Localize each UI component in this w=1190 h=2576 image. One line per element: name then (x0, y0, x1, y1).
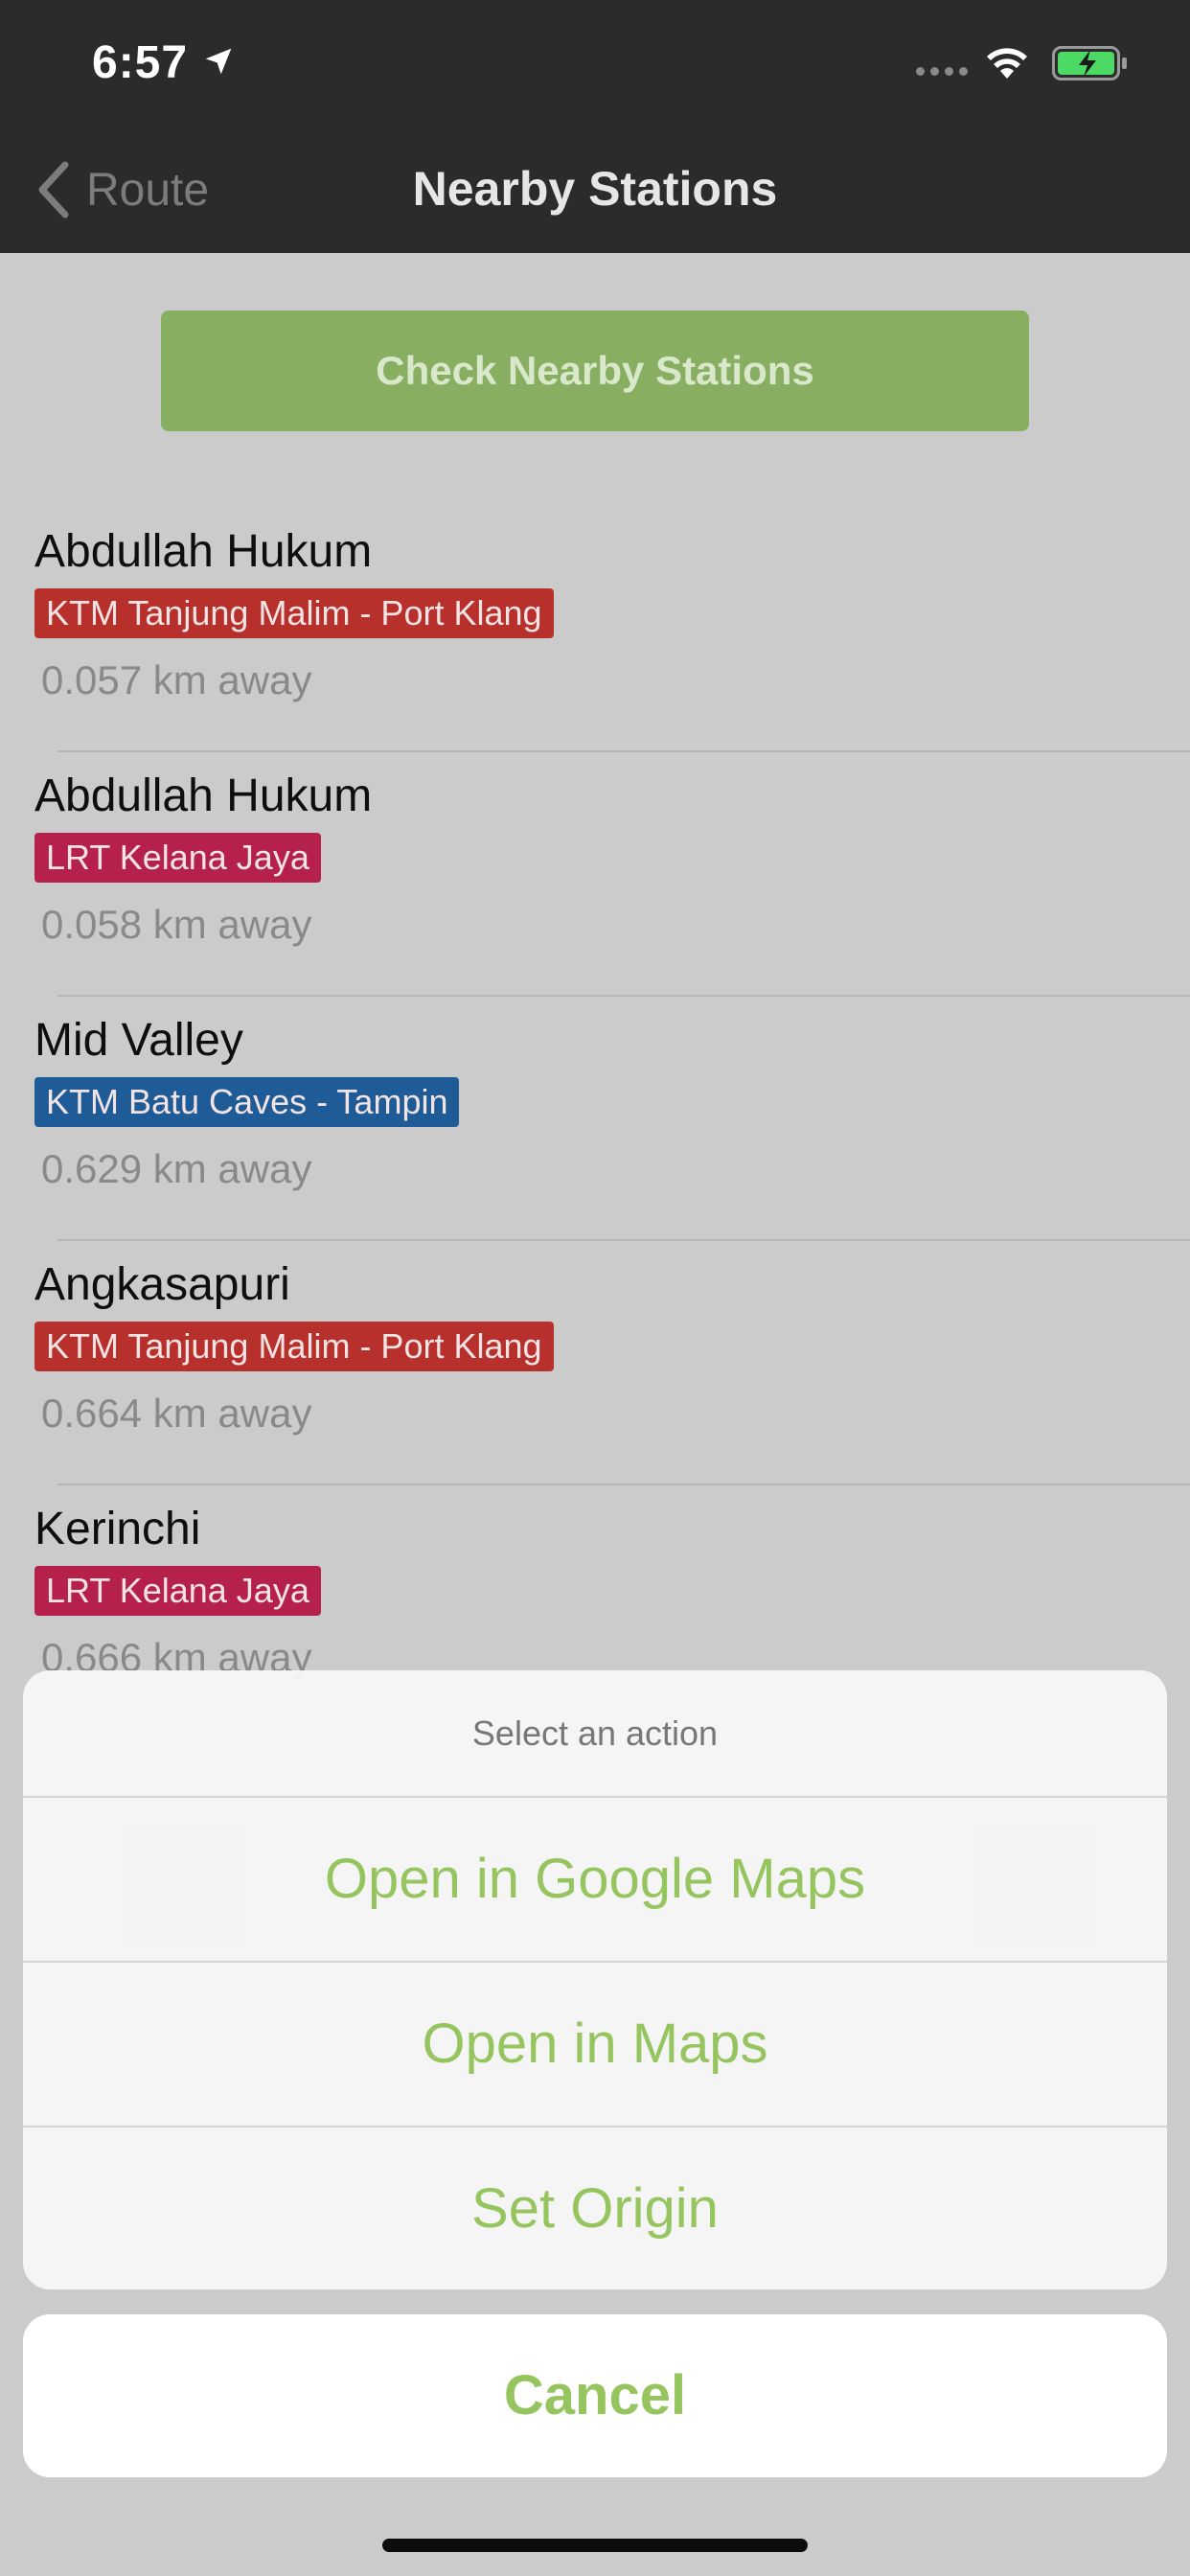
wifi-icon (987, 48, 1027, 79)
action-sheet-title: Select an action (23, 1670, 1167, 1798)
station-row[interactable]: Mid Valley KTM Batu Caves - Tampin 0.629… (0, 997, 1190, 1241)
line-badge: LRT Kelana Jaya (34, 833, 321, 883)
station-name: Abdullah Hukum (34, 770, 373, 821)
check-nearby-stations-button[interactable]: Check Nearby Stations (161, 310, 1029, 431)
set-origin-button[interactable]: Set Origin (23, 2128, 1167, 2289)
station-row[interactable]: Abdullah Hukum LRT Kelana Jaya 0.058 km … (0, 752, 1190, 997)
station-distance: 0.058 km away (41, 902, 312, 947)
station-name: Mid Valley (34, 1015, 243, 1066)
action-sheet: Select an action Open in Google Maps Ope… (23, 1670, 1167, 2289)
station-name: Abdullah Hukum (34, 526, 373, 577)
cellular-signal-icon (916, 67, 968, 76)
navigation-bar: 6:57 Route Nearby Stations (0, 0, 1190, 253)
location-arrow-icon (205, 48, 232, 75)
station-distance: 0.664 km away (41, 1391, 312, 1436)
station-name: Angkasapuri (34, 1259, 290, 1310)
open-in-google-maps-button[interactable]: Open in Google Maps (23, 1798, 1167, 1963)
station-distance: 0.629 km away (41, 1146, 312, 1191)
station-row[interactable]: Abdullah Hukum KTM Tanjung Malim - Port … (0, 508, 1190, 752)
station-name: Kerinchi (34, 1504, 201, 1554)
line-badge: LRT Kelana Jaya (34, 1566, 321, 1616)
open-in-maps-button[interactable]: Open in Maps (23, 1963, 1167, 2128)
station-row[interactable]: Angkasapuri KTM Tanjung Malim - Port Kla… (0, 1241, 1190, 1485)
status-time: 6:57 (92, 37, 189, 88)
battery-charging-icon (1052, 46, 1127, 80)
line-badge: KTM Tanjung Malim - Port Klang (34, 1322, 554, 1371)
line-badge: KTM Tanjung Malim - Port Klang (34, 588, 554, 638)
cancel-button[interactable]: Cancel (23, 2314, 1167, 2477)
line-badge: KTM Batu Caves - Tampin (34, 1077, 460, 1127)
home-indicator[interactable] (382, 2539, 808, 2552)
page-title: Nearby Stations (412, 162, 778, 216)
station-list: Abdullah Hukum KTM Tanjung Malim - Port … (0, 508, 1190, 1730)
station-distance: 0.057 km away (41, 657, 312, 702)
